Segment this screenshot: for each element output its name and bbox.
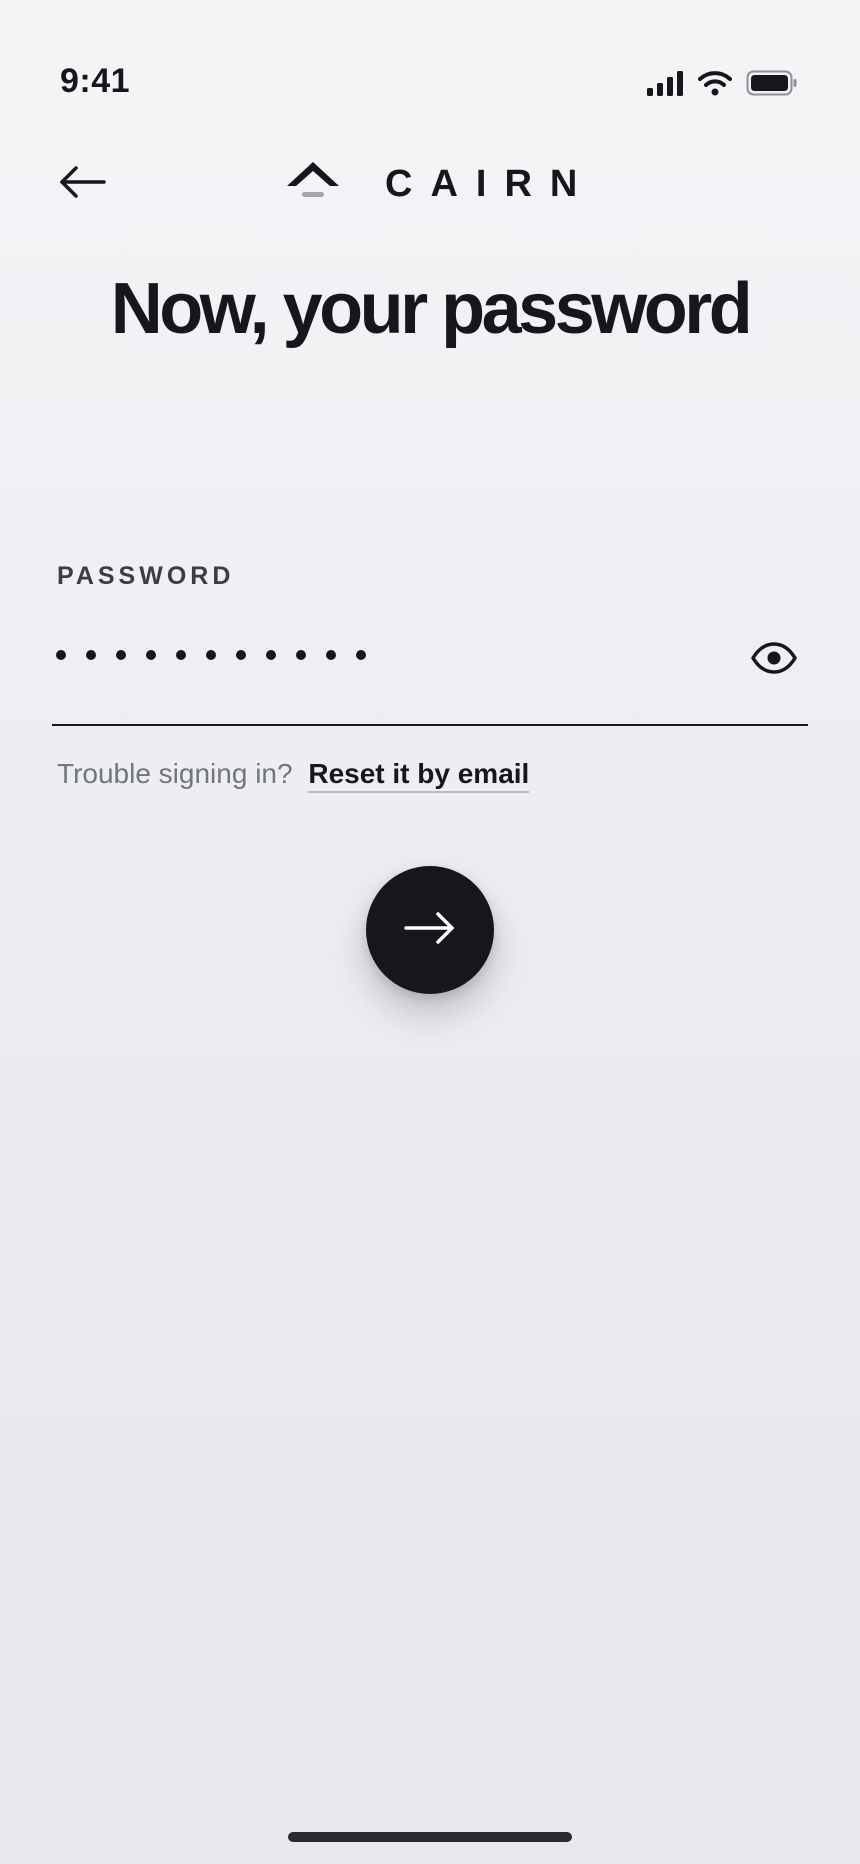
brand-name: CAIRN <box>385 162 596 205</box>
eye-icon <box>751 641 797 679</box>
password-mask-dot <box>86 650 96 660</box>
status-time: 9:41 <box>60 62 131 100</box>
brand-logo: CAIRN <box>285 160 596 209</box>
back-button[interactable] <box>52 158 112 210</box>
password-mask-dot <box>56 650 66 660</box>
status-icons <box>646 70 798 96</box>
show-password-toggle[interactable] <box>750 640 798 680</box>
trouble-signing-in-text: Trouble signing in? <box>57 758 293 789</box>
help-row: Trouble signing in? Reset it by email <box>57 758 530 793</box>
password-mask-dot <box>176 650 186 660</box>
submit-button[interactable] <box>366 866 494 994</box>
password-mask-dot <box>116 650 126 660</box>
cellular-signal-icon <box>646 70 684 96</box>
password-input[interactable] <box>56 650 366 660</box>
password-mask-dot <box>206 650 216 660</box>
password-field <box>52 622 808 726</box>
password-mask-dot <box>356 650 366 660</box>
wifi-icon <box>698 70 732 96</box>
arrow-left-icon <box>58 164 106 205</box>
mountain-peak-icon <box>285 160 341 209</box>
nav-bar: CAIRN <box>0 150 860 218</box>
password-label: PASSWORD <box>57 562 235 590</box>
arrow-right-icon <box>404 910 456 951</box>
password-mask-dot <box>146 650 156 660</box>
battery-icon <box>746 70 798 96</box>
password-mask-dot <box>236 650 246 660</box>
password-mask-dot <box>326 650 336 660</box>
page-title: Now, your password <box>110 269 753 349</box>
status-bar: 9:41 <box>0 0 860 110</box>
home-indicator[interactable] <box>288 1832 572 1842</box>
password-mask-dot <box>266 650 276 660</box>
reset-by-email-link[interactable]: Reset it by email <box>308 758 530 793</box>
password-mask-dot <box>296 650 306 660</box>
